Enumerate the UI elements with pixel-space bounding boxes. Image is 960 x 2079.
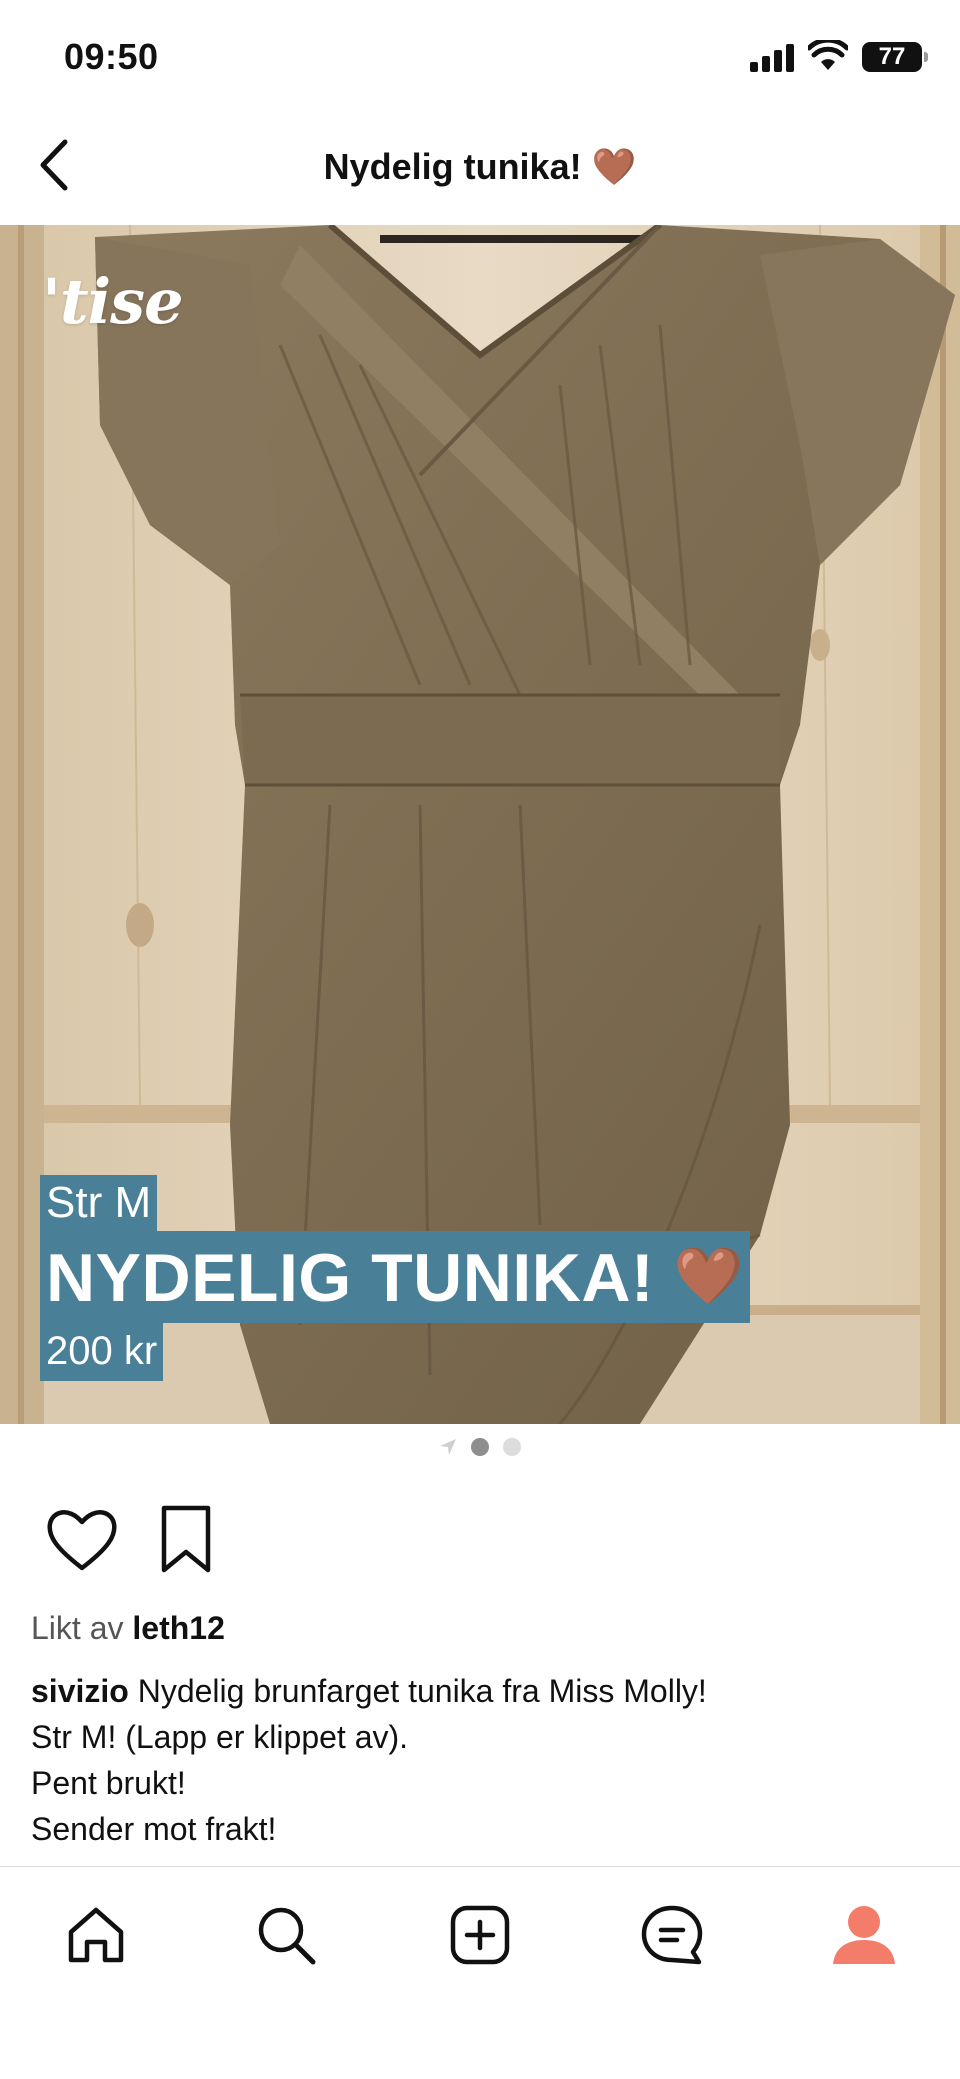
home-icon <box>68 1907 124 1963</box>
caption-user[interactable]: sivizio <box>31 1673 129 1709</box>
liked-by-prefix: Likt av <box>31 1610 124 1646</box>
header: Nydelig tunika! 🤎 <box>0 110 960 225</box>
overlay-title: NYDELIG TUNIKA! 🤎 <box>40 1231 750 1323</box>
caption-line-1: sivizio Nydelig brunfarget tunika fra Mi… <box>31 1668 931 1714</box>
nav-search[interactable] <box>246 1895 326 1975</box>
caption-line-2: Str M! (Lapp er klippet av). <box>31 1719 409 1755</box>
post-actions <box>0 1490 960 1590</box>
caption-line-3: Pent brukt! <box>31 1765 186 1801</box>
caption-line-4: Sender mot frakt! <box>31 1811 277 1847</box>
image-pager <box>0 1424 960 1470</box>
pager-dot-1[interactable] <box>471 1438 489 1456</box>
battery-icon: 77 <box>862 42 928 72</box>
bookmark-icon[interactable] <box>156 1502 216 1576</box>
bottom-nav <box>0 1866 960 2079</box>
overlay-size: Str M <box>40 1175 158 1231</box>
nav-profile[interactable] <box>824 1895 904 1975</box>
overlay-price: 200 kr <box>40 1321 164 1381</box>
caption-text-1: Nydelig brunfarget tunika fra Miss Molly… <box>137 1673 707 1709</box>
location-arrow-icon <box>440 1439 456 1455</box>
chat-icon <box>641 1905 703 1965</box>
status-bar: 09:50 77 <box>0 0 960 110</box>
product-screen: 09:50 77 Nydelig tunika! 🤎 'tise Str M N… <box>0 0 960 2079</box>
caption: sivizio Nydelig brunfarget tunika fra Mi… <box>31 1668 931 1852</box>
add-icon <box>450 1905 510 1965</box>
liked-by: Likt av leth12 <box>31 1610 225 1647</box>
nav-add[interactable] <box>440 1895 520 1975</box>
tise-watermark: 'tise <box>42 265 184 338</box>
like-heart-icon[interactable] <box>44 1504 120 1576</box>
status-time: 09:50 <box>64 36 159 77</box>
liked-by-user[interactable]: leth12 <box>132 1610 224 1646</box>
pager-dot-2[interactable] <box>503 1438 521 1456</box>
page-title: Nydelig tunika! 🤎 <box>323 146 637 187</box>
product-photo[interactable]: 'tise Str M NYDELIG TUNIKA! 🤎 200 kr <box>0 225 960 1424</box>
nav-home[interactable] <box>56 1895 136 1975</box>
brown-heart-emoji: 🤎 <box>673 1244 744 1307</box>
wifi-icon <box>808 40 848 70</box>
search-icon <box>258 1907 316 1965</box>
overlay-title-text: NYDELIG TUNIKA! <box>46 1240 655 1316</box>
nav-chat[interactable] <box>632 1895 712 1975</box>
profile-icon <box>833 1906 895 1964</box>
cellular-signal-icon <box>750 44 796 72</box>
